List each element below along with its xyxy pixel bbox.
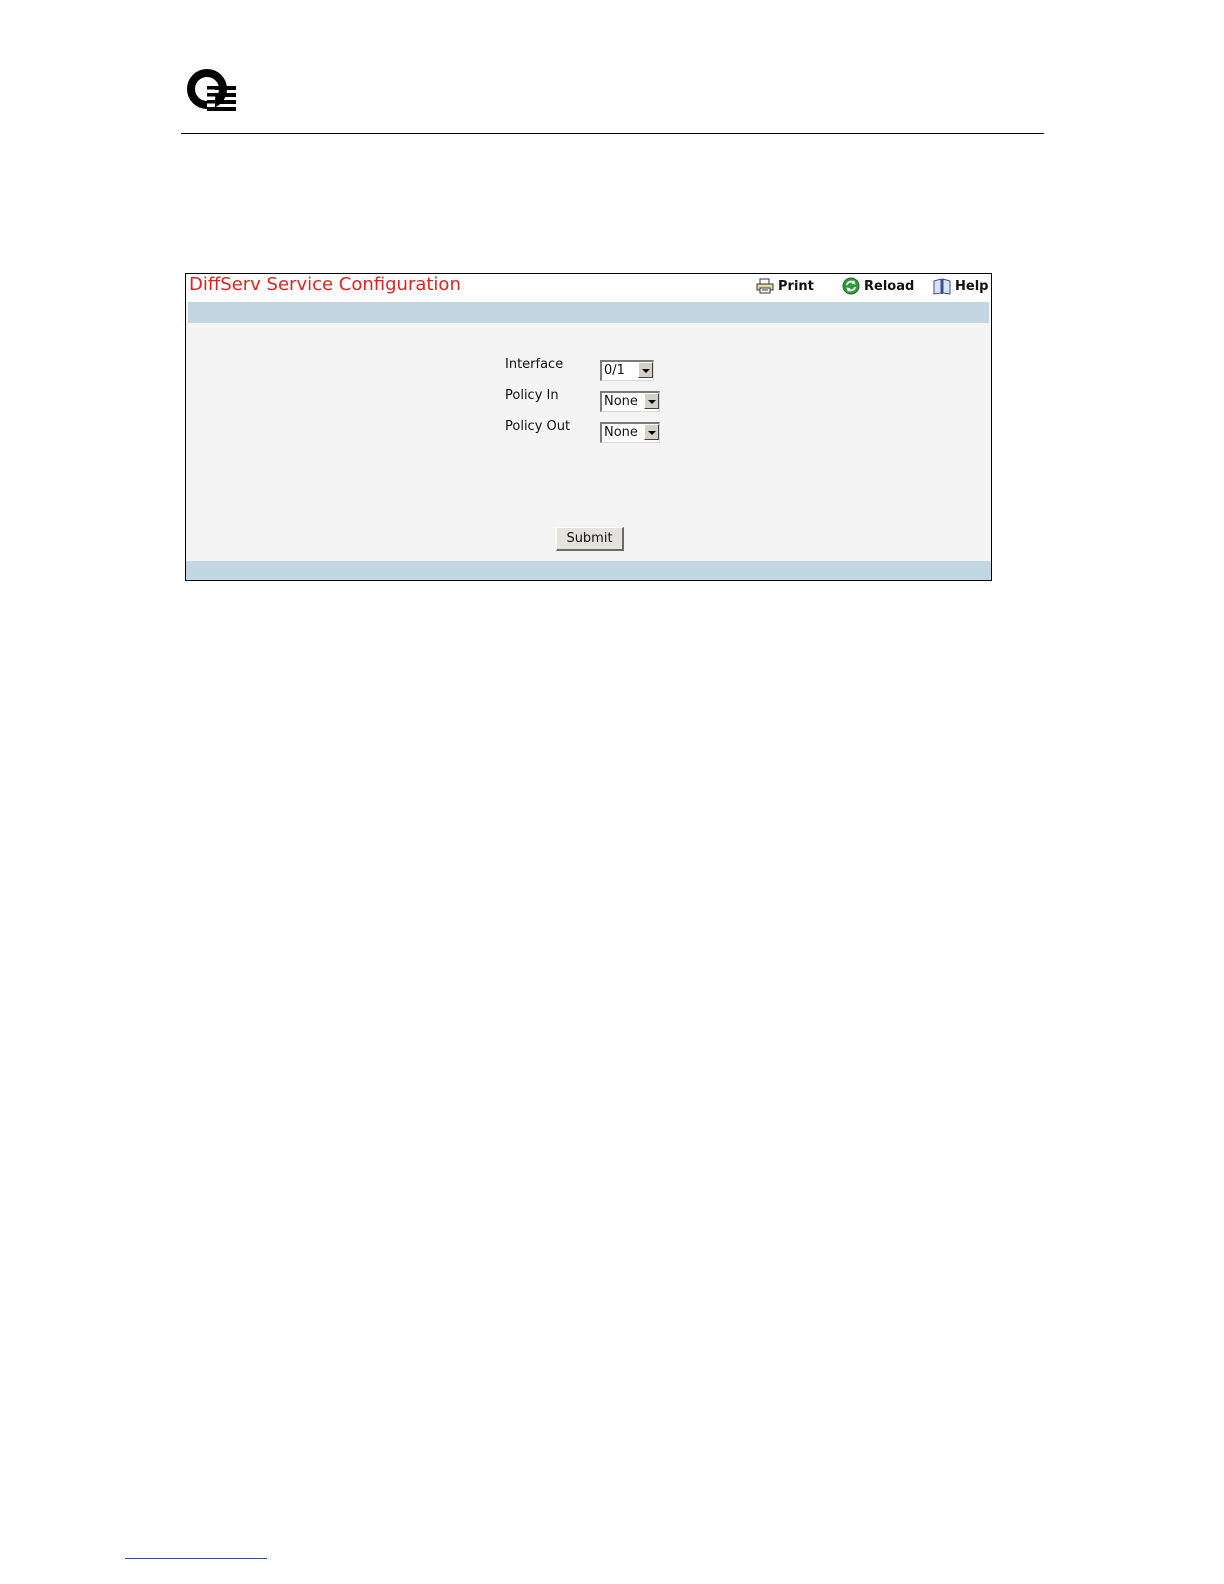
submit-button[interactable]: Submit	[556, 527, 624, 551]
footer-divider	[125, 1558, 267, 1559]
interface-select-value: 0/1	[604, 363, 625, 378]
interface-label: Interface	[505, 357, 564, 372]
printer-icon	[756, 278, 774, 294]
print-button[interactable]: Print	[756, 276, 814, 296]
page-title: DiffServ Service Configuration	[189, 274, 461, 295]
header-band	[188, 302, 989, 323]
q-logo-icon	[187, 69, 236, 111]
chevron-down-icon[interactable]	[644, 424, 659, 440]
policy-out-select[interactable]: None	[600, 422, 660, 443]
print-label: Print	[778, 278, 814, 294]
footer-band	[186, 561, 991, 580]
help-button[interactable]: Help	[933, 276, 988, 296]
reload-button[interactable]: Reload	[842, 276, 914, 296]
policy-in-select[interactable]: None	[600, 391, 660, 412]
reload-label: Reload	[864, 278, 915, 294]
chevron-down-icon[interactable]	[644, 393, 659, 409]
reload-icon	[842, 277, 860, 295]
policy-out-select-value: None	[604, 425, 638, 440]
help-book-icon	[933, 277, 951, 295]
chevron-down-icon[interactable]	[638, 362, 653, 378]
help-label: Help	[955, 278, 989, 294]
diffserv-service-config-panel: DiffServ Service Configuration Print Rel…	[185, 273, 992, 581]
policy-in-label: Policy In	[505, 388, 559, 403]
policy-in-select-value: None	[604, 394, 638, 409]
policy-out-label: Policy Out	[505, 419, 571, 434]
header-divider	[181, 133, 1044, 134]
title-bar: DiffServ Service Configuration Print Rel…	[186, 274, 991, 302]
interface-select[interactable]: 0/1	[600, 360, 654, 381]
